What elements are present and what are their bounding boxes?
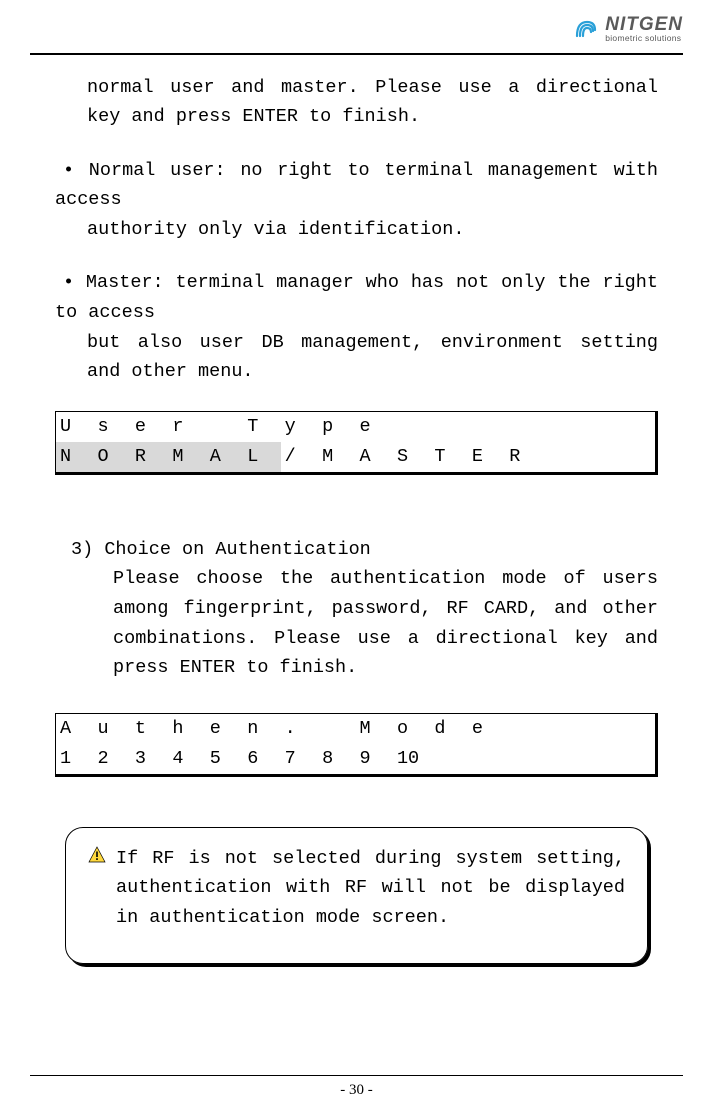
- lcd-cell: [468, 744, 505, 774]
- lcd-cell: M: [168, 442, 205, 472]
- footer: - 30 -: [30, 1075, 683, 1099]
- page-number: - 30 -: [30, 1082, 683, 1099]
- brand-logo: NITGEN biometric solutions: [573, 15, 683, 43]
- lcd-cell: p: [318, 412, 355, 442]
- lcd-cell: 2: [93, 744, 130, 774]
- lcd-cell: [206, 412, 243, 442]
- section-title: Choice on Authentication: [104, 539, 370, 560]
- lcd-cell: 9: [356, 744, 393, 774]
- lcd-cell: [543, 744, 580, 774]
- lcd-authen-mode: Authen.Mode 12345678910: [55, 713, 658, 777]
- lcd-cell: M: [318, 442, 355, 472]
- lcd-cell: 6: [243, 744, 280, 774]
- lcd-cell: R: [131, 442, 168, 472]
- intro-paragraph: normal user and master. Please use a dir…: [55, 73, 658, 132]
- lcd-cell: [505, 744, 542, 774]
- lcd-cell: O: [93, 442, 130, 472]
- lcd-cell: A: [206, 442, 243, 472]
- lcd-cell: 4: [168, 744, 205, 774]
- lcd-cell: [393, 412, 430, 442]
- lcd-cell: A: [356, 442, 393, 472]
- page-content: normal user and master. Please use a dir…: [0, 55, 713, 964]
- lcd-cell: [618, 412, 655, 442]
- fingerprint-icon: [573, 16, 599, 42]
- lcd-cell: h: [168, 714, 205, 744]
- lcd-cell: [468, 412, 505, 442]
- section-heading: 3) Choice on Authentication: [55, 535, 658, 565]
- lcd-cell: 8: [318, 744, 355, 774]
- lcd-user-type: UserType NORMAL/MASTER: [55, 411, 658, 475]
- brand-name: NITGEN: [605, 15, 683, 34]
- lcd-cell: [580, 714, 617, 744]
- lcd-cell: [505, 412, 542, 442]
- lcd-cell: [543, 442, 580, 472]
- lcd-cell: e: [206, 714, 243, 744]
- lcd-cell: [430, 744, 467, 774]
- lcd-cell: S: [393, 442, 430, 472]
- lcd-cell: r: [168, 412, 205, 442]
- lcd-cell: d: [430, 714, 467, 744]
- bullet-master: • Master: terminal manager who has not o…: [55, 268, 658, 386]
- lcd-cell: s: [93, 412, 130, 442]
- lcd-cell: .: [281, 714, 318, 744]
- lcd-cell: o: [393, 714, 430, 744]
- brand-tagline: biometric solutions: [605, 34, 683, 43]
- bullet-normal-user: • Normal user: no right to terminal mana…: [55, 156, 658, 245]
- header: NITGEN biometric solutions: [0, 0, 713, 53]
- lcd-cell: e: [468, 714, 505, 744]
- note-text: If RF is not selected during system sett…: [116, 844, 625, 933]
- lcd-cell: t: [131, 714, 168, 744]
- lcd-cell: [580, 744, 617, 774]
- lcd-cell: T: [430, 442, 467, 472]
- lcd-cell: A: [56, 714, 93, 744]
- section-body: Please choose the authentication mode of…: [55, 564, 658, 682]
- lcd-cell: T: [243, 412, 280, 442]
- note-box: If RF is not selected during system sett…: [65, 827, 648, 964]
- lcd-cell: e: [356, 412, 393, 442]
- lcd-cell: [580, 442, 617, 472]
- lcd-cell: U: [56, 412, 93, 442]
- bullet-line-1: • Master: terminal manager who has not o…: [55, 272, 658, 323]
- bullet-line-2: authority only via identification.: [55, 215, 658, 245]
- lcd-cell: 1: [56, 744, 93, 774]
- warning-icon: [88, 846, 106, 869]
- lcd-cell: 3: [131, 744, 168, 774]
- lcd-cell: E: [468, 442, 505, 472]
- lcd-cell: y: [281, 412, 318, 442]
- lcd-cell: 7: [281, 744, 318, 774]
- section-number: 3): [71, 539, 93, 560]
- lcd-cell: L: [243, 442, 280, 472]
- bullet-line-1: • Normal user: no right to terminal mana…: [55, 160, 658, 211]
- lcd-cell: /: [281, 442, 318, 472]
- lcd-cell: [543, 412, 580, 442]
- lcd-cell: 10: [393, 744, 430, 774]
- footer-divider: [30, 1075, 683, 1076]
- lcd-cell: R: [505, 442, 542, 472]
- lcd-cell: [318, 714, 355, 744]
- lcd-cell: n: [243, 714, 280, 744]
- lcd-cell: [430, 412, 467, 442]
- lcd-cell: [543, 714, 580, 744]
- lcd-cell: [580, 412, 617, 442]
- lcd-cell: [618, 744, 655, 774]
- lcd-cell: N: [56, 442, 93, 472]
- lcd-cell: M: [356, 714, 393, 744]
- lcd-cell: [618, 714, 655, 744]
- lcd-cell: [618, 442, 655, 472]
- lcd-cell: e: [131, 412, 168, 442]
- lcd-cell: 5: [206, 744, 243, 774]
- lcd-cell: u: [93, 714, 130, 744]
- bullet-line-2: but also user DB management, environment…: [55, 328, 658, 387]
- lcd-cell: [505, 714, 542, 744]
